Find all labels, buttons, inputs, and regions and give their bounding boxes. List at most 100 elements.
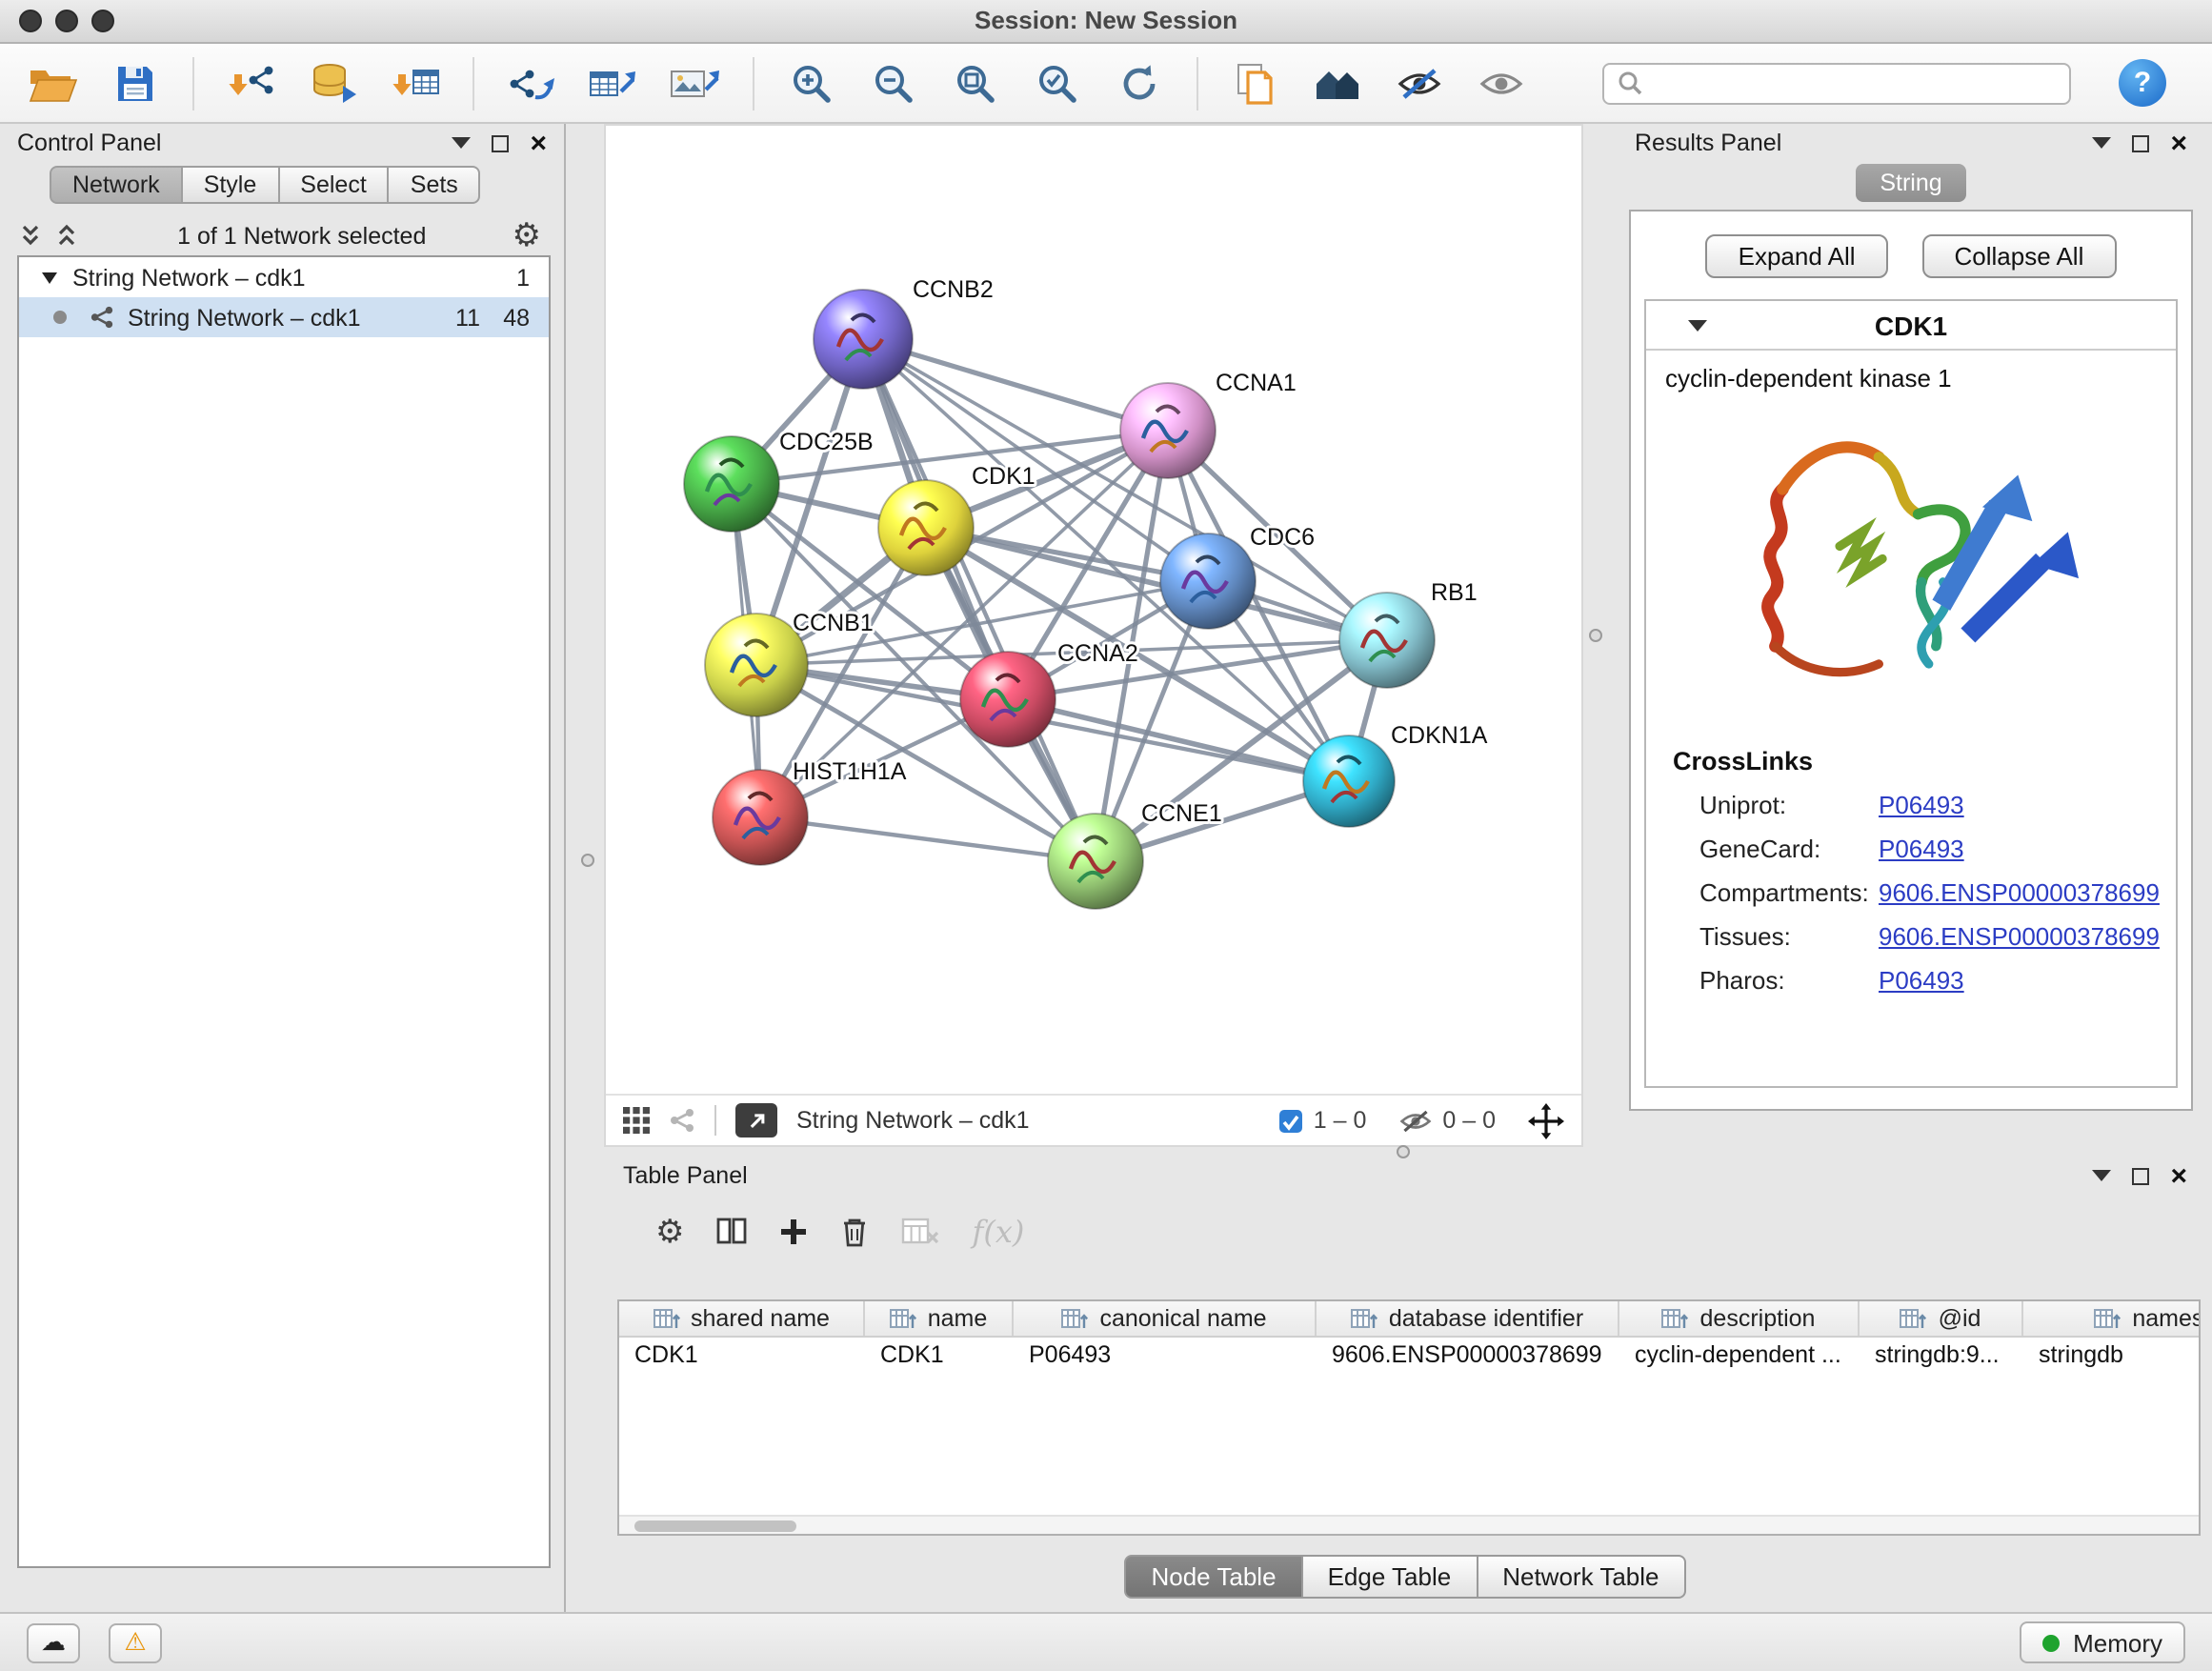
graph-node-CCNA2[interactable] — [960, 652, 1056, 747]
graph-node-CCNE1[interactable] — [1048, 814, 1143, 909]
copy-document-button[interactable] — [1225, 52, 1286, 113]
graph-node-CDK1[interactable] — [878, 480, 974, 575]
import-table-button[interactable] — [385, 52, 446, 113]
share-icon[interactable] — [669, 1107, 695, 1134]
zoom-selected-icon — [1036, 62, 1078, 104]
graph-node-CCNA1[interactable] — [1120, 383, 1216, 478]
crosslink-pharos[interactable]: P06493 — [1879, 966, 2176, 995]
graph-node-label-CCNB1: CCNB1 — [793, 610, 874, 636]
graph-node-RB1[interactable] — [1339, 593, 1435, 688]
memory-status-dot — [2042, 1634, 2060, 1651]
panel-close-icon[interactable]: × — [2170, 1165, 2187, 1186]
panel-float-icon[interactable] — [452, 137, 471, 149]
import-network-database-button[interactable] — [303, 52, 364, 113]
tab-select[interactable]: Select — [279, 166, 390, 204]
open-session-button[interactable] — [23, 52, 84, 113]
help-button[interactable]: ? — [2119, 59, 2166, 107]
export-network-icon — [507, 64, 556, 102]
search-box — [1602, 62, 2071, 104]
tab-string[interactable]: String — [1855, 164, 1966, 202]
tab-network-table[interactable]: Network Table — [1478, 1555, 1685, 1599]
column-header-name[interactable]: name — [865, 1301, 1014, 1336]
search-input[interactable] — [1652, 70, 2056, 96]
network-row[interactable]: String Network – cdk1 11 48 — [19, 297, 549, 337]
network-collection-row[interactable]: String Network – cdk1 1 — [19, 257, 549, 297]
add-column-icon[interactable] — [780, 1217, 809, 1245]
crosslink-compartments[interactable]: 9606.ENSP00000378699 — [1879, 878, 2176, 907]
network-overview-grid-icon[interactable] — [623, 1107, 650, 1134]
graph-node-CDKN1A[interactable] — [1303, 735, 1395, 827]
export-network-button[interactable] — [501, 52, 562, 113]
graph-node-CDC25B[interactable] — [684, 436, 779, 532]
tab-network[interactable]: Network — [50, 166, 183, 204]
copy-document-icon — [1237, 62, 1275, 104]
table-row[interactable]: CDK1 CDK1 P06493 9606.ENSP00000378699 cy… — [619, 1338, 2199, 1372]
refresh-button[interactable] — [1109, 52, 1170, 113]
panel-maximize-icon[interactable] — [2132, 134, 2149, 151]
panel-maximize-icon[interactable] — [2132, 1167, 2149, 1184]
control-panel: Control Panel × Network Style Select Set… — [0, 124, 566, 1612]
search-icon — [1618, 70, 1642, 95]
import-network-button[interactable] — [221, 52, 282, 113]
export-table-button[interactable] — [583, 52, 644, 113]
cloud-button[interactable]: ☁ — [27, 1622, 80, 1662]
houses-button[interactable] — [1307, 52, 1368, 113]
network-options-gear-icon[interactable]: ⚙ — [513, 219, 542, 252]
panel-maximize-icon[interactable] — [492, 134, 509, 151]
column-header-id[interactable]: @id — [1860, 1301, 2023, 1336]
column-header-canonical-name[interactable]: canonical name — [1014, 1301, 1317, 1336]
zoom-fit-button[interactable] — [945, 52, 1006, 113]
network-graph[interactable]: CCNB2CCNA1CDC25BCDK1CDC6RB1CCNB1CCNA2CDK… — [606, 126, 1581, 1094]
graph-node-label-CCNA1: CCNA1 — [1216, 370, 1297, 396]
center-view-crosshair-icon[interactable] — [1528, 1102, 1564, 1138]
collection-expand-icon[interactable] — [42, 272, 57, 283]
collection-count: 1 — [480, 264, 530, 291]
left-splitter-handle[interactable] — [581, 854, 594, 867]
selected-checkbox-icon[interactable] — [1279, 1108, 1304, 1133]
panel-close-icon[interactable]: × — [2170, 132, 2187, 153]
toolbar-separator — [473, 56, 474, 110]
show-all-button[interactable] — [1471, 52, 1532, 113]
crosslink-uniprot[interactable]: P06493 — [1879, 791, 2176, 819]
gene-card-header[interactable]: CDK1 — [1646, 301, 2176, 351]
graph-node-CCNB2[interactable] — [814, 290, 913, 389]
column-header-database-identifier[interactable]: database identifier — [1317, 1301, 1619, 1336]
memory-button[interactable]: Memory — [2020, 1621, 2185, 1663]
zoom-selected-button[interactable] — [1027, 52, 1088, 113]
column-header-shared-name[interactable]: shared name — [619, 1301, 865, 1336]
expand-all-button[interactable]: Expand All — [1706, 234, 1888, 278]
right-splitter-handle[interactable] — [1589, 629, 1602, 642]
tab-sets[interactable]: Sets — [390, 166, 481, 204]
expand-all-networks-icon[interactable] — [19, 223, 42, 248]
collapse-all-networks-icon[interactable] — [55, 223, 78, 248]
crosslink-genecard[interactable]: P06493 — [1879, 835, 2176, 863]
open-in-window-button[interactable] — [735, 1103, 777, 1137]
save-session-button[interactable] — [105, 52, 166, 113]
gene-name: CDK1 — [1875, 310, 1947, 340]
graph-node-CDC6[interactable] — [1160, 534, 1256, 629]
network-share-icon — [90, 305, 114, 330]
tab-node-table[interactable]: Node Table — [1124, 1555, 1302, 1599]
gene-collapse-icon[interactable] — [1688, 320, 1707, 332]
zoom-in-button[interactable] — [781, 52, 842, 113]
warnings-button[interactable]: ⚠ — [109, 1622, 162, 1662]
export-image-button[interactable] — [665, 52, 726, 113]
scrollbar-thumb[interactable] — [634, 1520, 796, 1532]
crosslink-tissues[interactable]: 9606.ENSP00000378699 — [1879, 922, 2176, 951]
hide-selected-button[interactable] — [1389, 52, 1450, 113]
tab-style[interactable]: Style — [183, 166, 280, 204]
tab-edge-table[interactable]: Edge Table — [1303, 1555, 1478, 1599]
zoom-out-button[interactable] — [863, 52, 924, 113]
panel-float-icon[interactable] — [2092, 1170, 2111, 1181]
panel-float-icon[interactable] — [2092, 137, 2111, 149]
open-in-window-icon — [745, 1109, 768, 1132]
table-horizontal-scrollbar[interactable] — [619, 1515, 2199, 1534]
column-header-description[interactable]: description — [1619, 1301, 1860, 1336]
hidden-eye-slash-icon[interactable] — [1398, 1108, 1433, 1133]
show-columns-icon[interactable] — [717, 1218, 748, 1244]
panel-close-icon[interactable]: × — [530, 132, 547, 153]
delete-column-icon[interactable] — [841, 1215, 870, 1247]
column-header-namespace[interactable]: namespace — [2023, 1301, 2201, 1336]
table-options-gear-icon[interactable]: ⚙ — [655, 1215, 685, 1247]
collapse-all-button[interactable]: Collapse All — [1922, 234, 2117, 278]
